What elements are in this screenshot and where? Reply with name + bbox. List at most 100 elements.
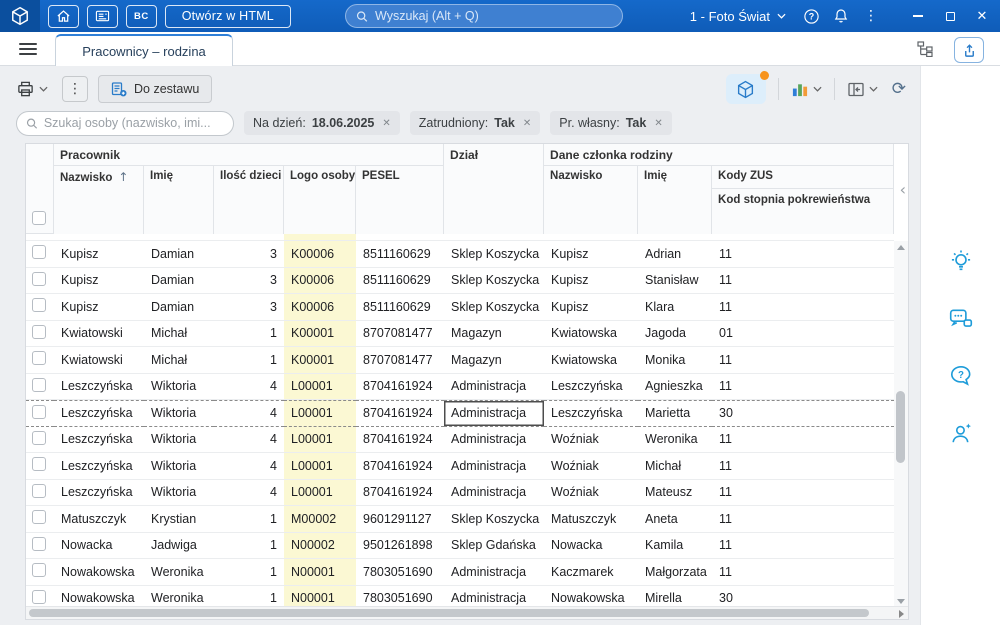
cell[interactable]: Woźniak (544, 479, 638, 506)
collapse-panel-icon[interactable]: ‹ (900, 182, 906, 198)
cell[interactable]: 3 (214, 294, 284, 321)
maximize-button[interactable] (934, 0, 966, 32)
cell[interactable]: K00006 (284, 294, 356, 321)
cell[interactable]: Leszczyńska (54, 373, 144, 400)
cell[interactable]: 8707081477 (356, 347, 444, 374)
group-header-pracownik[interactable]: Pracownik (54, 144, 445, 166)
cell[interactable]: Monika (638, 347, 712, 374)
cell[interactable]: Kupisz (54, 267, 144, 294)
column-header-logo-osoby[interactable]: Logo osoby (284, 166, 356, 234)
cell[interactable]: 8511160629 (356, 267, 444, 294)
table-row[interactable]: Leszczyńska Wiktoria 4 L00001 8704161924 Admi… (26, 453, 894, 480)
cell[interactable]: Sklep Koszycka (444, 267, 544, 294)
cell[interactable]: 11 (712, 532, 894, 559)
cell[interactable]: Kupisz (544, 294, 638, 321)
print-button[interactable] (16, 80, 48, 98)
cell[interactable]: Damian (144, 267, 214, 294)
cell[interactable]: Kamila (638, 532, 712, 559)
cell[interactable]: Damian (144, 241, 214, 268)
cell[interactable]: Kwiatowska (544, 347, 638, 374)
cell[interactable]: Leszczyńska (54, 453, 144, 480)
company-selector[interactable]: 1 - Foto Świat (690, 9, 786, 24)
layout-button[interactable] (847, 81, 878, 98)
table-row[interactable]: Kupisz Damian 3 K00006 8511160629 Sklep Koszy… (26, 294, 894, 321)
cell[interactable]: Nowacka (544, 532, 638, 559)
chat-button[interactable] (947, 305, 975, 333)
cell[interactable]: 1 (214, 559, 284, 586)
cell[interactable]: Wiktoria (144, 373, 214, 400)
cell[interactable]: 4 (214, 426, 284, 453)
help-button[interactable]: ? (796, 0, 826, 32)
person-search-input[interactable] (43, 116, 224, 130)
cell[interactable]: Kaczmarek (544, 559, 638, 586)
cell[interactable]: Administracja (444, 373, 544, 400)
cell[interactable]: Małgorzata (638, 559, 712, 586)
cell[interactable]: 4 (214, 479, 284, 506)
tree-view-button[interactable] (916, 40, 934, 62)
cell[interactable]: Jagoda (638, 320, 712, 347)
row-checkbox[interactable] (32, 377, 46, 392)
cell[interactable]: 11 (712, 559, 894, 586)
cell[interactable]: Mateusz (638, 479, 712, 506)
share-button[interactable] (954, 37, 984, 63)
cell[interactable]: 11 (712, 506, 894, 533)
table-row[interactable]: Kwiatowski Michał 1 K00001 8707081477 Magazyn… (26, 320, 894, 347)
row-checkbox[interactable] (32, 351, 46, 366)
cell[interactable]: M00002 (284, 506, 356, 533)
cell[interactable]: 9501261898 (356, 532, 444, 559)
cell[interactable]: 1 (214, 506, 284, 533)
cell[interactable]: 1 (214, 585, 284, 608)
cell[interactable]: Leszczyńska (544, 373, 638, 400)
chip-close-icon[interactable]: ✕ (380, 118, 390, 129)
cell[interactable]: Woźniak (544, 426, 638, 453)
cell[interactable]: 1 (214, 532, 284, 559)
cell[interactable]: 8704161924 (356, 479, 444, 506)
home-button[interactable] (48, 4, 79, 28)
cell[interactable]: L00001 (284, 400, 356, 427)
cell[interactable]: 01 (712, 320, 894, 347)
cell[interactable]: Leszczyńska (544, 400, 638, 427)
cell[interactable]: Krystian (144, 506, 214, 533)
cell[interactable]: K00001 (284, 347, 356, 374)
cell[interactable]: Michał (144, 347, 214, 374)
person-search[interactable] (16, 110, 234, 136)
notifications-button[interactable] (826, 0, 856, 32)
column-header-dzial[interactable]: Dział (444, 144, 545, 234)
table-row[interactable]: Nowacka Jadwiga 1 N00002 9501261898 Sklep Gda… (26, 532, 894, 559)
analyses-button[interactable] (791, 81, 822, 98)
row-checkbox[interactable] (32, 245, 46, 260)
cell[interactable]: Matuszczyk (54, 506, 144, 533)
cell[interactable]: Matuszczyk (544, 506, 638, 533)
cell[interactable]: 8707081477 (356, 320, 444, 347)
cell[interactable]: Nowakowska (544, 585, 638, 608)
scroll-right-icon[interactable] (899, 610, 904, 618)
table-row[interactable]: Leszczyńska Wiktoria 4 L00001 8704161924 Admi… (26, 426, 894, 453)
cell[interactable]: 30 (712, 400, 894, 427)
cell[interactable]: 8704161924 (356, 426, 444, 453)
community-button[interactable] (947, 419, 975, 447)
row-checkbox[interactable] (32, 271, 46, 286)
group-header-rodzina[interactable]: Dane członka rodziny (544, 144, 895, 166)
cell[interactable]: Nowacka (54, 532, 144, 559)
cell[interactable]: 4 (214, 453, 284, 480)
cell[interactable]: Leszczyńska (54, 426, 144, 453)
filter-chip-own[interactable]: Pr. własny: Tak ✕ (550, 111, 672, 135)
cell[interactable]: Administracja (444, 453, 544, 480)
views-button[interactable] (725, 71, 769, 104)
table-row[interactable]: Nowakowska Weronika 1 N00001 7803051690 Admin… (26, 585, 894, 608)
more-menu-button[interactable]: ⋮ (856, 0, 886, 32)
scroll-down-icon[interactable] (897, 599, 905, 604)
vertical-scroll-thumb[interactable] (896, 391, 905, 463)
cell[interactable]: Administracja (444, 559, 544, 586)
cell[interactable]: 8511160629 (356, 241, 444, 268)
cell[interactable]: Jadwiga (144, 532, 214, 559)
cell[interactable]: 1 (214, 347, 284, 374)
cell[interactable]: Administracja (444, 479, 544, 506)
suggestions-button[interactable] (947, 248, 975, 276)
cell[interactable]: Magazyn (444, 347, 544, 374)
cell[interactable]: Marietta (638, 400, 712, 427)
cell[interactable]: K00006 (284, 267, 356, 294)
cell[interactable]: Nowakowska (54, 585, 144, 608)
cell[interactable]: Nowakowska (54, 559, 144, 586)
row-actions-menu-button[interactable]: ⋮ (62, 76, 88, 102)
